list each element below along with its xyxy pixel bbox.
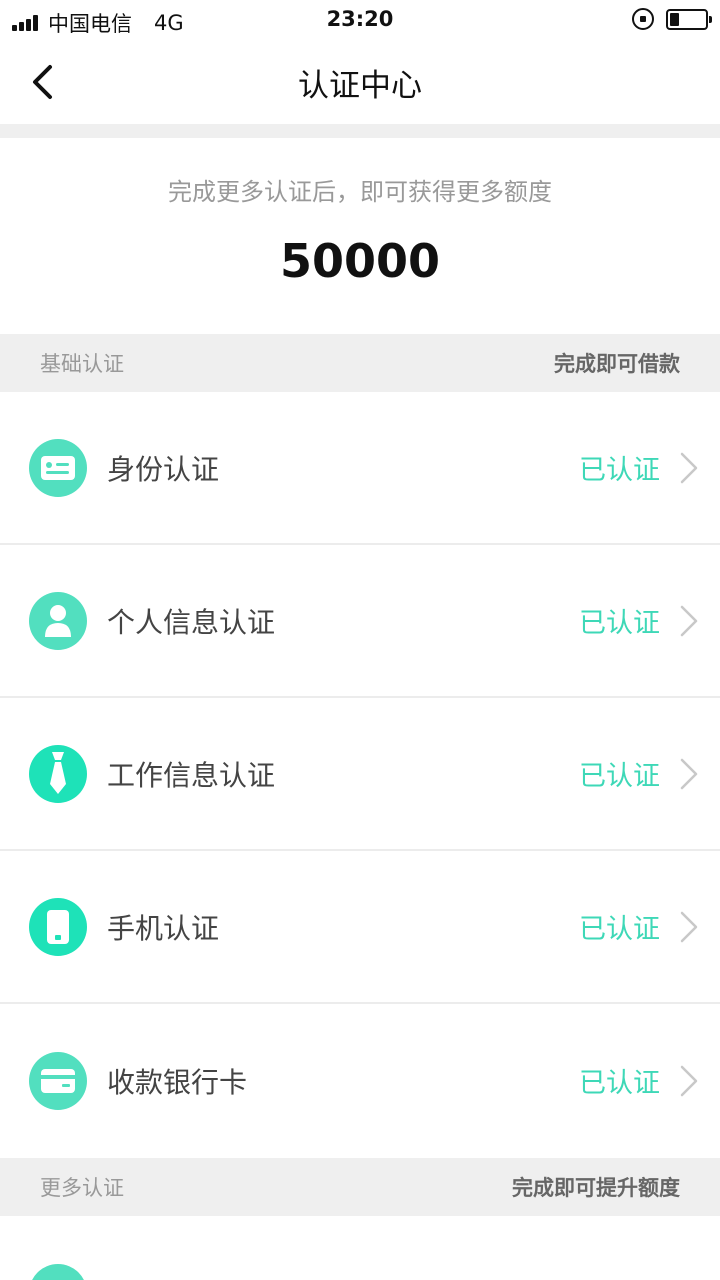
section-hint: 完成即可提升额度 [512,1176,680,1200]
chevron-right-icon [680,1065,698,1096]
carrier-name: 中国电信 [48,12,132,36]
person-icon [29,591,87,650]
battery-icon [666,8,712,30]
bank-card-icon [29,1051,87,1110]
more-item-icon [29,1264,87,1280]
network-type: 4G [154,11,184,35]
chevron-right-icon [680,911,698,942]
chevron-right-icon [680,605,698,636]
item-label: 收款银行卡 [107,1065,248,1099]
tie-icon [29,744,87,803]
status-badge: 已认证 [579,761,660,792]
basic-section-header: 基础认证 完成即可借款 [0,334,720,392]
status-badge: 已认证 [579,608,660,639]
status-left: 中国电信 4G [12,8,184,38]
chevron-right-icon [680,452,698,483]
list-item-work-info[interactable]: 工作信息认证 已认证 [0,698,720,851]
credit-summary: 完成更多认证后，即可获得更多额度 50000 [0,138,720,334]
back-button[interactable] [22,62,62,102]
section-title: 更多认证 [40,1176,124,1200]
status-badge: 已认证 [579,455,660,486]
verification-list: 身份认证 已认证 个人信息认证 已认证 工作信息认证 已认证 手机认证 已认证 … [0,392,720,1157]
list-item-phone[interactable]: 手机认证 已认证 [0,851,720,1004]
chevron-right-icon [680,758,698,789]
page-title: 认证中心 [298,67,422,104]
chevron-left-icon [33,65,52,99]
status-bar: 中国电信 4G 23:20 [0,0,720,40]
list-item-more[interactable] [0,1216,720,1280]
status-badge: 已认证 [579,914,660,945]
nav-bar: 认证中心 [0,40,720,124]
section-title: 基础认证 [40,352,124,376]
signal-icon [12,15,40,31]
rotation-lock-icon [632,8,654,30]
status-right [632,8,712,30]
phone-icon [29,897,87,956]
credit-amount: 50000 [279,234,441,288]
item-label: 手机认证 [107,911,220,945]
item-label: 工作信息认证 [107,758,276,792]
list-item-personal-info[interactable]: 个人信息认证 已认证 [0,545,720,698]
status-badge: 已认证 [579,1068,660,1099]
id-card-icon [29,438,87,497]
summary-tip: 完成更多认证后，即可获得更多额度 [168,178,552,206]
list-item-bank-card[interactable]: 收款银行卡 已认证 [0,1004,720,1157]
list-item-id-verification[interactable]: 身份认证 已认证 [0,392,720,545]
section-hint: 完成即可借款 [554,352,680,376]
more-section-header: 更多认证 完成即可提升额度 [0,1158,720,1216]
divider [0,124,720,138]
item-label: 个人信息认证 [107,605,276,639]
item-label: 身份认证 [107,452,220,486]
